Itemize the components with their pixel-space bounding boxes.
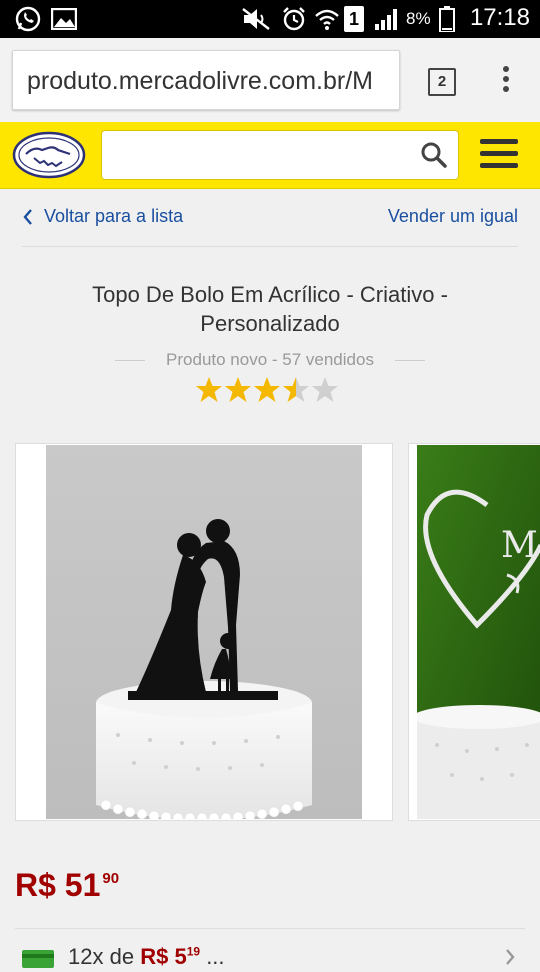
wifi-icon [314,6,340,32]
installments-row[interactable]: 12x de R$ 519 ... [22,942,522,972]
chevron-left-icon [23,208,32,225]
price-main: R$ 51 [15,867,101,903]
product-title: Topo De Bolo Em Acrílico - Criativo - Pe… [92,282,448,336]
browser-menu-icon[interactable] [500,66,512,96]
rating-stars [195,376,345,406]
signal-icon [372,6,400,32]
status-bar: 1 8% 17:18 [0,0,540,38]
star-icon [283,377,309,402]
installments-text: 12x de R$ 519 ... [68,944,225,969]
url-bar[interactable]: produto.mercadolivre.com.br/M [12,50,400,110]
credit-card-icon [22,950,54,968]
url-text: produto.mercadolivre.com.br/M [27,67,373,95]
clock: 17:18 [469,4,530,31]
tab-switcher-button[interactable]: 2 [428,68,456,96]
star-icon [225,377,251,402]
search-input[interactable] [101,130,459,180]
alarm-icon [280,6,308,32]
product-image-2[interactable]: M [408,443,540,821]
browser-toolbar: produto.mercadolivre.com.br/M 2 [0,38,540,122]
site-header [0,122,540,189]
nav-row: Voltar para a lista Vender um igual [22,206,518,230]
cake-topper-photo [46,445,362,819]
back-to-list-label: Voltar para a lista [44,206,184,226]
sell-similar-link[interactable]: Vender um igual [388,206,518,227]
image-icon [50,6,78,32]
sim-indicator: 1 [344,6,364,32]
svg-text:M: M [501,525,538,566]
whatsapp-icon [14,6,42,32]
search-icon[interactable] [420,141,448,169]
mute-icon [240,6,272,32]
star-icon [196,377,222,402]
back-to-list-link[interactable]: Voltar para a lista [22,206,183,227]
cake-topper-photo-2: M [417,445,540,819]
divider [22,246,518,247]
price: R$ 51 90 [15,867,119,904]
product-condition: Produto novo - 57 vendidos [115,350,425,372]
price-cents: 90 [102,870,120,887]
hamburger-menu-icon[interactable] [480,139,518,171]
battery-percent: 8% [406,9,431,28]
star-icon [254,377,280,402]
battery-icon [438,6,456,32]
condition-text: Produto novo - 57 vendidos [166,350,374,369]
product-image-1[interactable] [15,443,393,821]
star-icon [312,377,338,402]
divider [15,928,525,929]
mercadolivre-logo-icon[interactable] [12,130,86,180]
